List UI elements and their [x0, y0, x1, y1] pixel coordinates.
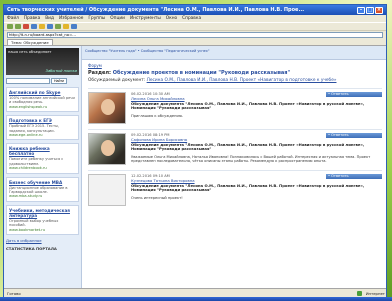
menu-item-help[interactable]: Справка [182, 16, 201, 21]
forum-post: • Ответить 12.02.2016 09:10 AM Кузнецова… [88, 170, 382, 206]
ad-block[interactable]: Подготовка к ЕГЭ Пробный ЕГЭ 2015. Тесты… [6, 115, 79, 141]
taskbar [0, 297, 392, 301]
section-heading: Раздел: Обсуждение проектов в номинации … [88, 70, 382, 76]
menu-item-edit[interactable]: Правка [24, 16, 40, 21]
page-content: наша сеть объединяет Забытый поиски Найт… [4, 46, 386, 290]
forum-post: • Ответить 06.02.2016 10:30 AM Лесина Ол… [88, 88, 382, 124]
menu-item-tools[interactable]: Инструменты [130, 16, 161, 21]
stop-icon[interactable] [23, 24, 29, 29]
sidebar: наша сеть объединяет Забытый поиски Найт… [4, 46, 82, 290]
portal-stats-heading: СТАТИСТИКА ПОРТАЛА [6, 246, 57, 252]
ad-title[interactable]: Подготовка к ЕГЭ [9, 118, 76, 123]
menu-item-groups[interactable]: Группы [88, 16, 105, 21]
ad-block[interactable]: Английский по Skype 100% понимание англи… [6, 87, 79, 113]
toolbar [4, 22, 386, 30]
ad-url[interactable]: www.childrenbook.ru [9, 166, 76, 170]
post-text: Очень интересный проект! [131, 195, 183, 200]
print-icon[interactable] [71, 24, 77, 29]
site-logo[interactable]: наша сеть объединяет Забытый поиски [6, 48, 79, 75]
menu-item-favorites[interactable]: Избранное [59, 16, 83, 21]
status-text: Готово [7, 290, 21, 296]
post-text: Уважаемые Ольга Михайловна, Наталья Иван… [131, 154, 371, 164]
post-title: Обсуждение документа "Лесина О.М., Павло… [131, 101, 365, 111]
status-zone: Интернет [365, 290, 385, 296]
community-banner[interactable]: Сообщество "Учитель года" • Сообщество "… [82, 46, 386, 60]
address-bar [4, 30, 386, 38]
ad-url[interactable]: www.englishspeak.ru [9, 105, 76, 109]
menu-item-options[interactable]: Опции [110, 16, 125, 21]
history-icon[interactable] [55, 24, 61, 29]
search-input[interactable] [6, 78, 50, 84]
ad-block[interactable]: Книжка ребенка бесплатно Помогите ребенк… [6, 143, 79, 174]
post-text: Приглашаю к обсуждению. [131, 113, 183, 118]
browser-window: Сеть творческих учителей / Обсуждение до… [3, 4, 387, 298]
add-to-favorites-link[interactable]: Дать в избранное [6, 238, 79, 243]
author-avatar[interactable] [88, 92, 126, 124]
address-input[interactable] [7, 31, 383, 38]
topic-link[interactable]: Лесина О.М., Павлова И.И., Павлова Н.В. … [147, 78, 337, 83]
logo-text: наша сеть объединяет [8, 50, 52, 54]
menu-item-file[interactable]: Файл [7, 16, 19, 21]
main-column: Сообщество "Учитель года" • Сообщество "… [82, 46, 386, 290]
ad-block[interactable]: Бизнес обучение MBA Дистанционное образо… [6, 176, 79, 202]
ad-text: Помогите ребенку учиться с удовольствием… [9, 157, 64, 166]
menu-item-view[interactable]: Вид [45, 16, 54, 21]
ad-url[interactable]: www.ege-online.ru [9, 133, 76, 137]
breadcrumb[interactable]: Форум [88, 63, 382, 68]
tab-strip: Тема: Обсуждение [4, 38, 386, 46]
internet-zone-icon [356, 290, 362, 296]
title-bar: Сеть творческих учителей / Обсуждение до… [4, 5, 386, 15]
home-icon[interactable] [39, 24, 45, 29]
forum-post: • Ответить 09.02.2016 08:19 PM Сафонова … [88, 129, 382, 165]
window-title: Сеть творческих учителей / Обсуждение до… [7, 7, 305, 13]
tab-discussion[interactable]: Тема: Обсуждение [7, 39, 53, 45]
post-title: Обсуждение документа "Лесина О.М., Павло… [131, 183, 365, 193]
logo-subtitle: Забытый поиски [45, 69, 77, 73]
ad-text: Огромный выбор учебных пособий. [9, 218, 59, 228]
section-label: Раздел: [88, 70, 112, 76]
search-button[interactable]: Найти [51, 78, 67, 84]
reply-button[interactable]: • Ответить [326, 92, 382, 97]
section-link[interactable]: Обсуждение проектов в номинации "Руковод… [113, 70, 290, 76]
site-search: Найти [6, 78, 79, 84]
reply-button[interactable]: • Ответить [326, 133, 382, 138]
ad-url[interactable]: www.bookmarket.ru [9, 228, 76, 232]
post-title: Обсуждение документа "Лесина О.М., Павло… [131, 142, 365, 152]
menu-item-window[interactable]: Окно [166, 16, 177, 21]
forward-icon[interactable] [15, 24, 21, 29]
reply-button[interactable]: • Ответить [326, 174, 382, 179]
author-avatar[interactable] [88, 133, 126, 165]
minimize-button[interactable]: – [357, 6, 365, 14]
status-bar: Готово Интернет [4, 288, 386, 297]
topic-label: Обсуждаемый документ: [88, 78, 146, 83]
author-avatar[interactable] [88, 174, 126, 206]
maximize-button[interactable]: □ [366, 6, 374, 14]
ad-title[interactable]: Английский по Skype [9, 90, 76, 95]
ad-block[interactable]: Учебники, методическая литература Огромн… [6, 204, 79, 236]
ad-title[interactable]: Учебники, методическая литература [9, 208, 76, 218]
ad-text: 100% понимание английской речи и свободн… [9, 96, 75, 105]
ad-text: Пробный ЕГЭ 2015. Тесты, задания, консул… [9, 124, 60, 133]
ad-text: Дистанционное образование в Гарвардской … [9, 185, 68, 195]
topic-line: Обсуждаемый документ: Лесина О.М., Павло… [88, 78, 382, 83]
favorites-icon[interactable] [47, 24, 53, 29]
back-icon[interactable] [7, 24, 13, 29]
ad-title[interactable]: Книжка ребенка бесплатно [9, 146, 76, 156]
menu-bar: Файл Правка Вид Избранное Группы Опции И… [4, 15, 386, 22]
ad-url[interactable]: www.mba-study.ru [9, 194, 76, 198]
refresh-icon[interactable] [31, 24, 37, 29]
close-button[interactable]: × [375, 6, 383, 14]
ad-title[interactable]: Бизнес обучение MBA [9, 180, 76, 185]
mail-icon[interactable] [63, 24, 69, 29]
